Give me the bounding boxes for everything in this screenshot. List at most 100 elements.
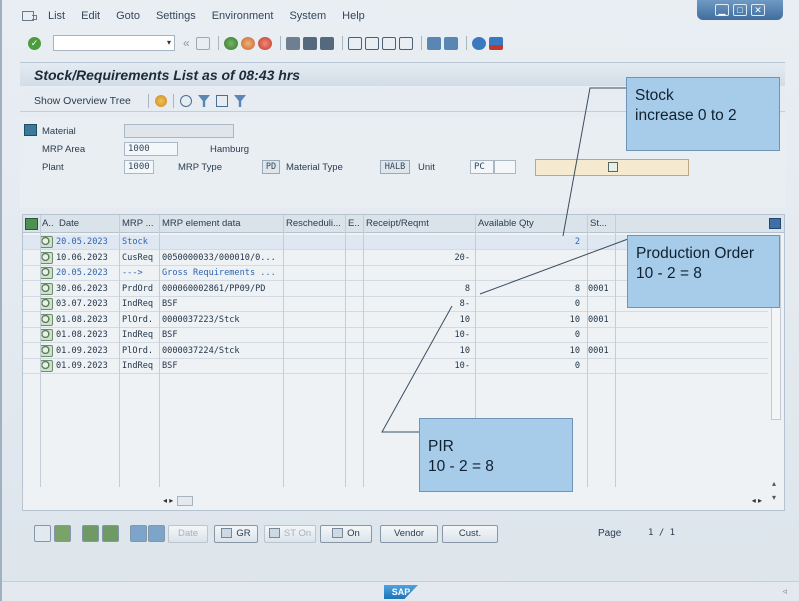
display-element-icon[interactable] <box>40 236 53 248</box>
row-receipt-reqmt: 10 <box>459 345 470 356</box>
cancel-icon[interactable] <box>257 36 272 50</box>
edit-field[interactable] <box>535 159 689 176</box>
menu-edit[interactable]: Edit <box>81 10 100 22</box>
mrp-area-field[interactable]: 1000 <box>124 142 178 156</box>
column-header-mrp-element-data[interactable]: MRP element data <box>162 215 241 233</box>
command-field[interactable]: ▾ <box>53 35 175 51</box>
column-header-a[interactable]: A.. <box>42 215 54 233</box>
horizontal-scroll-right[interactable]: ◂ ▸ <box>752 496 762 505</box>
chevron-down-icon[interactable]: ▾ <box>167 38 171 47</box>
maximize-icon[interactable]: □ <box>733 4 747 16</box>
previous-page-icon[interactable] <box>364 36 379 50</box>
back-arrows-icon[interactable]: « <box>183 36 190 50</box>
table-row[interactable]: 01.09.2023 IndReq BSF 10- 0 <box>23 359 768 374</box>
minimize-icon[interactable]: ▁ <box>715 4 729 16</box>
scroll-arrows-icon[interactable]: ◂ ▸ <box>752 496 762 505</box>
grid-settings-icon[interactable] <box>25 218 38 230</box>
display-element-icon[interactable] <box>40 298 53 310</box>
display-element-icon[interactable] <box>40 282 53 295</box>
exit-icon[interactable] <box>240 36 255 50</box>
first-page-icon[interactable] <box>347 36 362 50</box>
sort-down-icon[interactable] <box>130 525 147 542</box>
new-session-icon[interactable] <box>426 36 441 50</box>
define-filter-icon[interactable] <box>234 95 246 107</box>
display-element-icon[interactable] <box>40 344 53 357</box>
row-date: 01.08.2023 <box>56 314 108 325</box>
refresh-icon[interactable] <box>180 95 192 107</box>
display-element-icon[interactable] <box>40 267 53 279</box>
page-indicator: 1 / 1 <box>648 528 676 538</box>
back-icon[interactable] <box>223 36 238 50</box>
mrp-type-field[interactable]: PD <box>262 160 280 174</box>
show-overview-tree-button[interactable]: Show Overview Tree <box>34 95 131 107</box>
row-mrp-element-data: 0000037224/Stck <box>162 345 240 356</box>
horizontal-scroll-left[interactable]: ◂ ▸ <box>163 496 194 506</box>
pencil-icon[interactable] <box>608 162 618 172</box>
unit-extra-field[interactable] <box>494 160 516 174</box>
material-icon[interactable] <box>24 124 37 136</box>
table-row[interactable]: 01.08.2023 PlOrd. 0000037223/Stck 10 10 0001 <box>23 313 768 328</box>
toolbar-separator <box>341 36 343 50</box>
scroll-thumb[interactable] <box>177 496 194 506</box>
plant-field[interactable]: 1000 <box>124 160 154 174</box>
gr-button[interactable]: GR <box>214 525 258 543</box>
display-element-icon[interactable] <box>40 360 53 372</box>
vendor-button-label: Vendor <box>393 528 425 539</box>
menu-list[interactable]: List <box>48 10 65 22</box>
filter-icon[interactable] <box>198 95 210 107</box>
find-next-icon[interactable] <box>319 36 334 50</box>
column-header-rescheduling[interactable]: Rescheduli... <box>286 215 341 233</box>
table-row[interactable]: 01.08.2023 IndReq BSF 10- 0 <box>23 328 768 343</box>
display-element-icon[interactable] <box>40 251 53 264</box>
system-menu-icon[interactable] <box>22 11 37 21</box>
menu-goto[interactable]: Goto <box>116 10 140 22</box>
save-icon[interactable] <box>195 36 210 50</box>
scroll-arrows-icon[interactable]: ◂ ▸ <box>163 496 173 505</box>
help-icon[interactable] <box>471 36 486 50</box>
mrp-area-name: Hamburg <box>210 144 250 155</box>
row-available-qty: 0 <box>574 299 580 309</box>
toolbar-separator <box>148 94 149 108</box>
column-header-available-qty[interactable]: Available Qty <box>478 215 534 233</box>
status-arrow-icon[interactable]: ◃ <box>782 586 787 597</box>
find-icon[interactable] <box>302 36 317 50</box>
export-icon[interactable] <box>216 95 228 107</box>
close-icon[interactable]: ✕ <box>751 4 765 16</box>
menu-environment[interactable]: Environment <box>212 10 274 22</box>
shortcut-icon[interactable] <box>443 36 458 50</box>
layout-menu-icon[interactable] <box>488 36 503 50</box>
user-settings-icon[interactable] <box>155 95 167 107</box>
display-element-icon[interactable] <box>40 329 53 341</box>
scroll-down-icon[interactable]: ▾ <box>772 493 776 502</box>
column-header-mrp-element[interactable]: MRP ... <box>122 215 154 233</box>
graph-icon[interactable] <box>34 525 51 542</box>
last-page-icon[interactable] <box>398 36 413 50</box>
next-page-icon[interactable] <box>381 36 396 50</box>
date-button[interactable]: Date <box>168 525 208 543</box>
expand-all-icon[interactable] <box>82 525 99 542</box>
customer-button[interactable]: Cust. <box>442 525 498 543</box>
unit-field[interactable]: PC <box>470 160 494 174</box>
table-row[interactable]: 01.09.2023 PlOrd. 0000037224/Stck 10 10 0001 <box>23 344 768 359</box>
column-settings-icon[interactable] <box>769 218 781 229</box>
material-type-field[interactable]: HALB <box>380 160 410 174</box>
enter-check-icon[interactable]: ✓ <box>28 36 41 50</box>
print-icon[interactable] <box>285 36 300 50</box>
menu-settings[interactable]: Settings <box>156 10 196 22</box>
scroll-up-icon[interactable]: ▴ <box>772 479 776 488</box>
column-header-date[interactable]: Date <box>59 215 79 233</box>
display-element-icon[interactable] <box>40 313 53 326</box>
column-header-storage[interactable]: St... <box>590 215 607 233</box>
column-header-receipt-reqmt[interactable]: Receipt/Reqmt <box>366 215 429 233</box>
row-available-qty: 8 <box>574 283 580 294</box>
on-button[interactable]: On <box>320 525 372 543</box>
vendor-button[interactable]: Vendor <box>380 525 438 543</box>
material-field[interactable] <box>124 124 234 138</box>
st-on-button[interactable]: ST On <box>264 525 316 543</box>
column-header-exception[interactable]: E.. <box>348 215 360 233</box>
sort-up-icon[interactable] <box>148 525 165 542</box>
menu-help[interactable]: Help <box>342 10 365 22</box>
menu-system[interactable]: System <box>289 10 326 22</box>
edit-pencil-icon[interactable] <box>54 525 71 542</box>
collapse-all-icon[interactable] <box>102 525 119 542</box>
